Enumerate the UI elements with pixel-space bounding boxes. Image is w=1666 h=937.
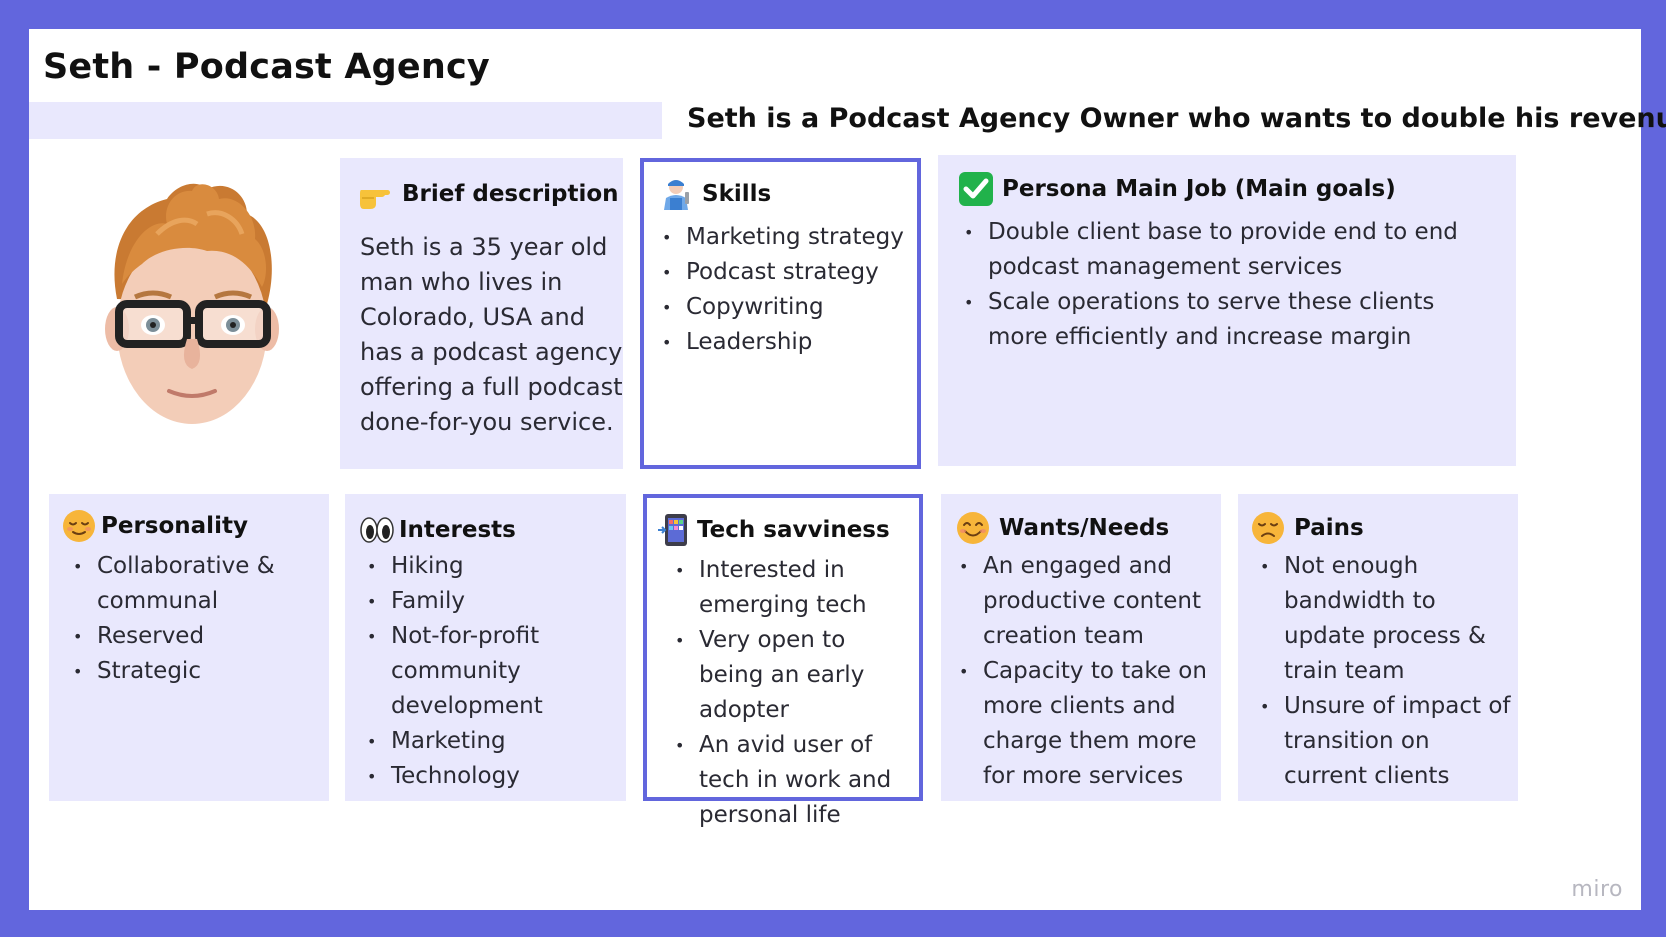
- card-heading: Persona Main Job (Main goals): [958, 171, 1396, 207]
- list-item: Strategic: [69, 654, 319, 689]
- mobile-phone-icon: [658, 514, 687, 546]
- card-heading: Skills: [658, 176, 771, 212]
- wants-needs-card: Wants/Needs An engaged and productive co…: [941, 494, 1221, 801]
- disappointed-face-icon: [1252, 512, 1284, 544]
- mechanic-icon: [664, 180, 689, 210]
- list-item: Technology: [363, 759, 618, 794]
- list-item: Marketing strategy: [658, 220, 908, 255]
- page-title: Seth - Podcast Agency: [43, 47, 490, 87]
- card-heading: Brief description: [358, 176, 619, 212]
- list-item: Family: [363, 584, 618, 619]
- card-title: Skills: [702, 181, 772, 207]
- card-heading: Personality: [61, 508, 248, 544]
- list-item: Very open to being an early adopter: [671, 623, 916, 728]
- tech-savviness-list: Interested in emerging tech Very open to…: [671, 553, 916, 833]
- card-title: Interests: [399, 517, 516, 543]
- smiling-face-icon: [957, 512, 989, 544]
- card-title: Tech savviness: [697, 517, 890, 543]
- card-title: Pains: [1294, 515, 1364, 541]
- personality-list: Collaborative & communal Reserved Strate…: [69, 549, 319, 689]
- list-item: Hiking: [363, 549, 618, 584]
- pointing-hand-icon: [360, 190, 390, 209]
- persona-board: Seth - Podcast Agency Seth is a Podcast …: [29, 29, 1666, 910]
- list-item: Interested in emerging tech: [671, 553, 916, 623]
- card-title: Wants/Needs: [999, 515, 1170, 541]
- pains-list: Not enough bandwidth to update process &…: [1256, 549, 1511, 794]
- avatar: [105, 183, 279, 424]
- skills-list: Marketing strategy Podcast strategy Copy…: [658, 220, 908, 360]
- interests-card: Interests Hiking Family Not-for-profit c…: [345, 494, 626, 801]
- card-heading: Wants/Needs: [955, 510, 1169, 546]
- list-item: Capacity to take on more clients and cha…: [955, 654, 1213, 794]
- list-item: Unsure of impact of transition on curren…: [1256, 689, 1511, 794]
- miro-watermark: miro: [1571, 877, 1623, 902]
- main-job-card: Persona Main Job (Main goals) Double cli…: [938, 155, 1516, 466]
- wants-needs-list: An engaged and productive content creati…: [955, 549, 1213, 794]
- personality-card: Personality Collaborative & communal Res…: [49, 494, 329, 801]
- brief-description-text: Seth is a 35 year old man who lives in C…: [360, 233, 623, 436]
- tech-savviness-card: Tech savviness Interested in emerging te…: [643, 494, 923, 828]
- list-item: Copywriting: [658, 290, 908, 325]
- main-job-list: Double client base to provide end to end…: [960, 215, 1500, 355]
- brief-description-card: Brief description Seth is a 35 year old …: [340, 158, 623, 469]
- list-item: Not enough bandwidth to update process &…: [1256, 549, 1511, 689]
- list-item: Collaborative & communal: [69, 549, 319, 619]
- persona-summary: Seth is a Podcast Agency Owner who wants…: [687, 103, 1666, 134]
- card-heading: Pains: [1250, 510, 1364, 546]
- list-item: An avid user of tech in work and persona…: [671, 728, 916, 833]
- list-item: Podcast strategy: [658, 255, 908, 290]
- interests-list: Hiking Family Not-for-profit community d…: [363, 549, 618, 794]
- card-heading: Interests: [359, 512, 516, 548]
- list-item: Leadership: [658, 325, 908, 360]
- list-item: Marketing: [363, 724, 618, 759]
- pains-card: Pains Not enough bandwidth to update pro…: [1238, 494, 1518, 801]
- card-title: Persona Main Job (Main goals): [1002, 176, 1396, 202]
- relieved-face-icon: [63, 510, 95, 542]
- check-mark-icon: [959, 172, 993, 206]
- list-item: Not-for-profit community development: [363, 619, 618, 724]
- card-title: Personality: [101, 513, 248, 539]
- eyes-icon: [360, 517, 394, 543]
- card-heading: Tech savviness: [657, 512, 890, 548]
- list-item: An engaged and productive content creati…: [955, 549, 1213, 654]
- list-item: Scale operations to serve these clients …: [960, 285, 1500, 355]
- title-highlight-bar: [29, 102, 662, 139]
- skills-card: Skills Marketing strategy Podcast strate…: [640, 158, 921, 469]
- list-item: Double client base to provide end to end…: [960, 215, 1500, 285]
- list-item: Reserved: [69, 619, 319, 654]
- card-title: Brief description: [402, 181, 619, 207]
